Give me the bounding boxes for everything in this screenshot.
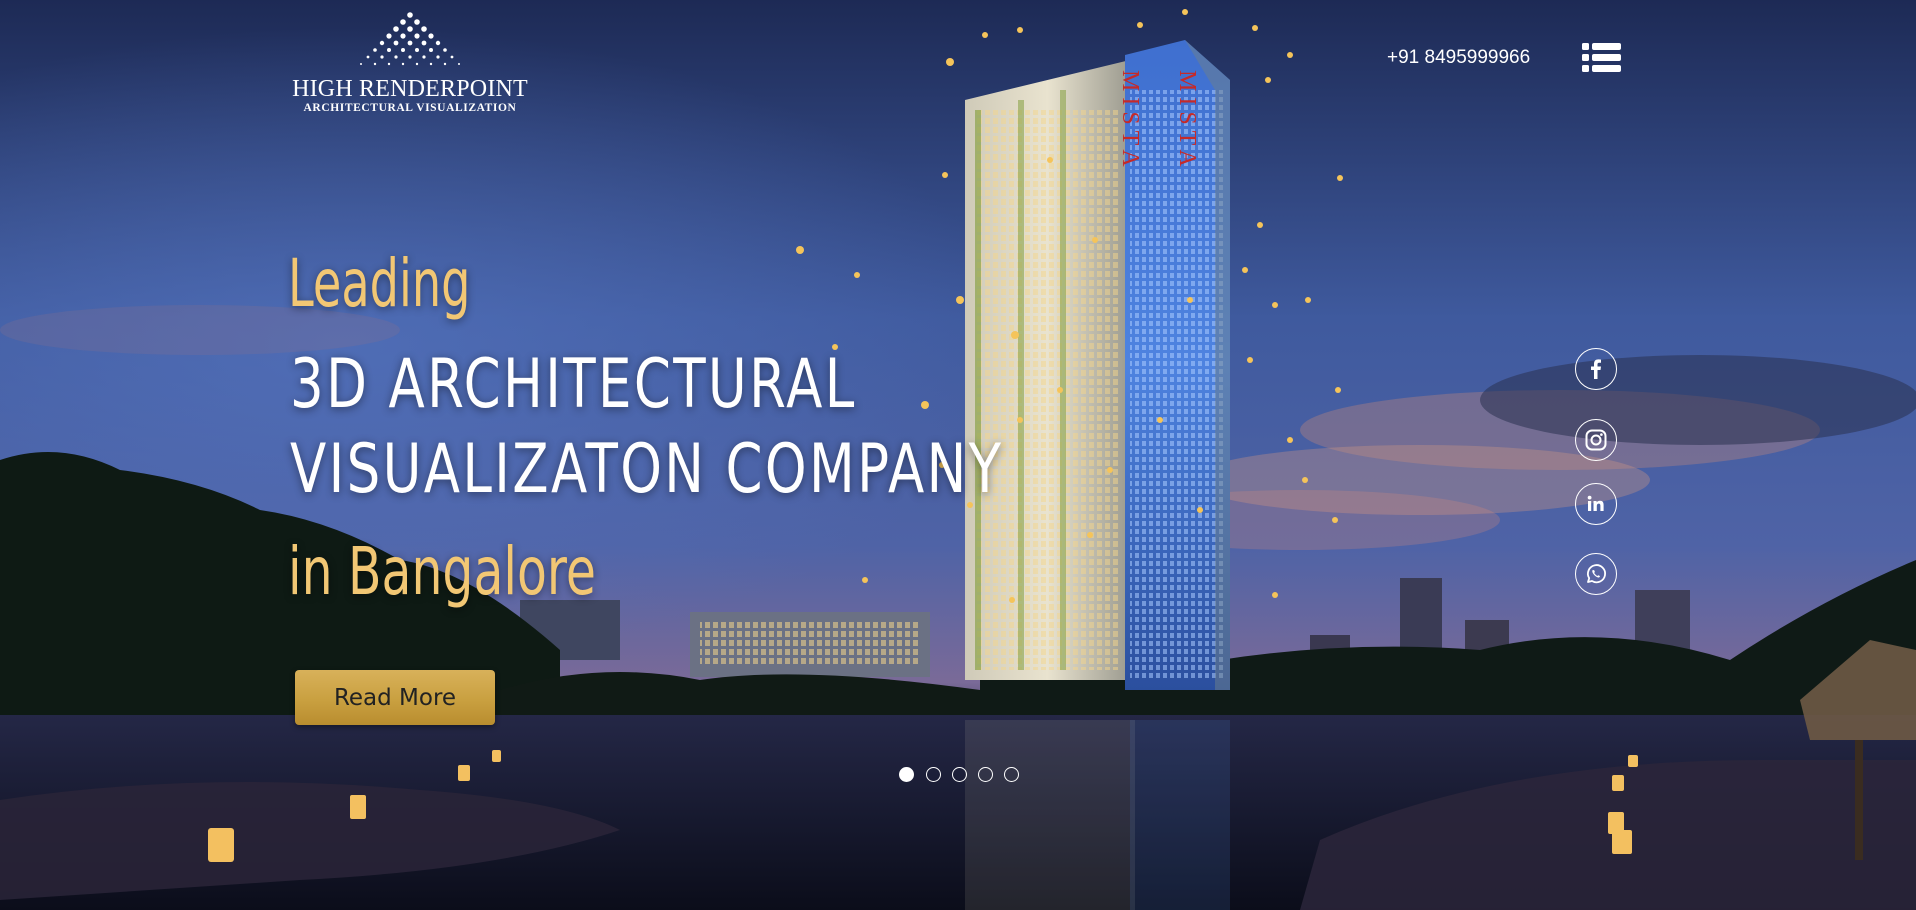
hero-line-location: in Bangalore [288,533,596,610]
slider-dot-4[interactable] [978,767,993,782]
slider-dot-3[interactable] [952,767,967,782]
hero-line-visualization-company: VISUALIZATON COMPANY [290,430,1004,509]
whatsapp-icon[interactable] [1575,553,1617,595]
linkedin-icon[interactable] [1575,483,1617,525]
svg-text:MISTA: MISTA [1174,70,1200,173]
hero-line-leading: Leading [288,245,471,322]
svg-text:MISTA: MISTA [1117,70,1143,173]
slider-dot-5[interactable] [1004,767,1019,782]
slider-dot-2[interactable] [926,767,941,782]
brand-tagline: ARCHITECTURAL VISUALIZATION [303,102,517,114]
brand-name: HIGH RENDERPOINT [292,76,528,102]
hero-line-3d-architectural: 3D ARCHITECTURAL [290,345,857,424]
instagram-icon[interactable] [1575,419,1617,461]
logo-dots-icon [360,12,460,66]
list-menu-icon[interactable] [1582,42,1621,74]
brand-logo[interactable]: HIGH RENDERPOINT ARCHITECTURAL VISUALIZA… [285,12,535,120]
read-more-button[interactable]: Read More [295,670,495,725]
facebook-icon[interactable] [1575,348,1617,390]
slider-dot-1[interactable] [899,767,914,782]
phone-number-link[interactable]: +91 8495999966 [1387,47,1530,69]
